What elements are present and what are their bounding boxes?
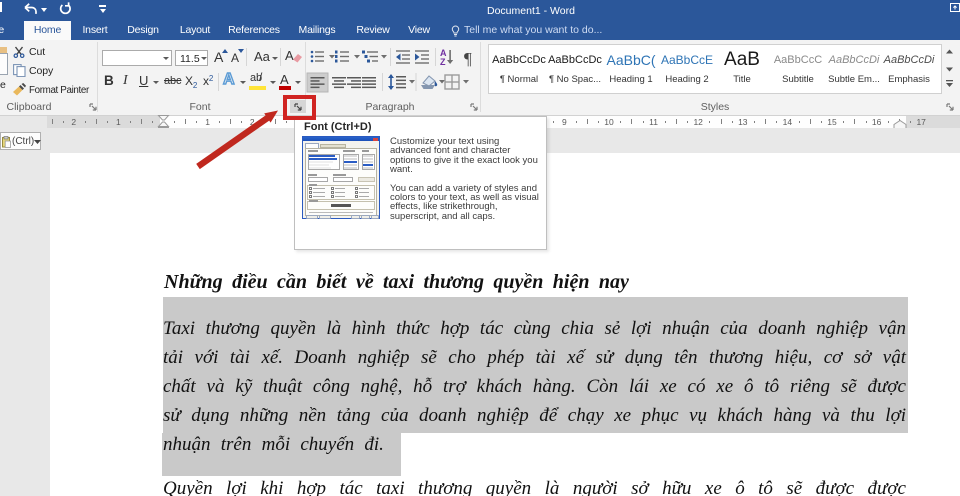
svg-text:¶: ¶ [464, 49, 472, 68]
svg-text:Z: Z [440, 57, 446, 67]
